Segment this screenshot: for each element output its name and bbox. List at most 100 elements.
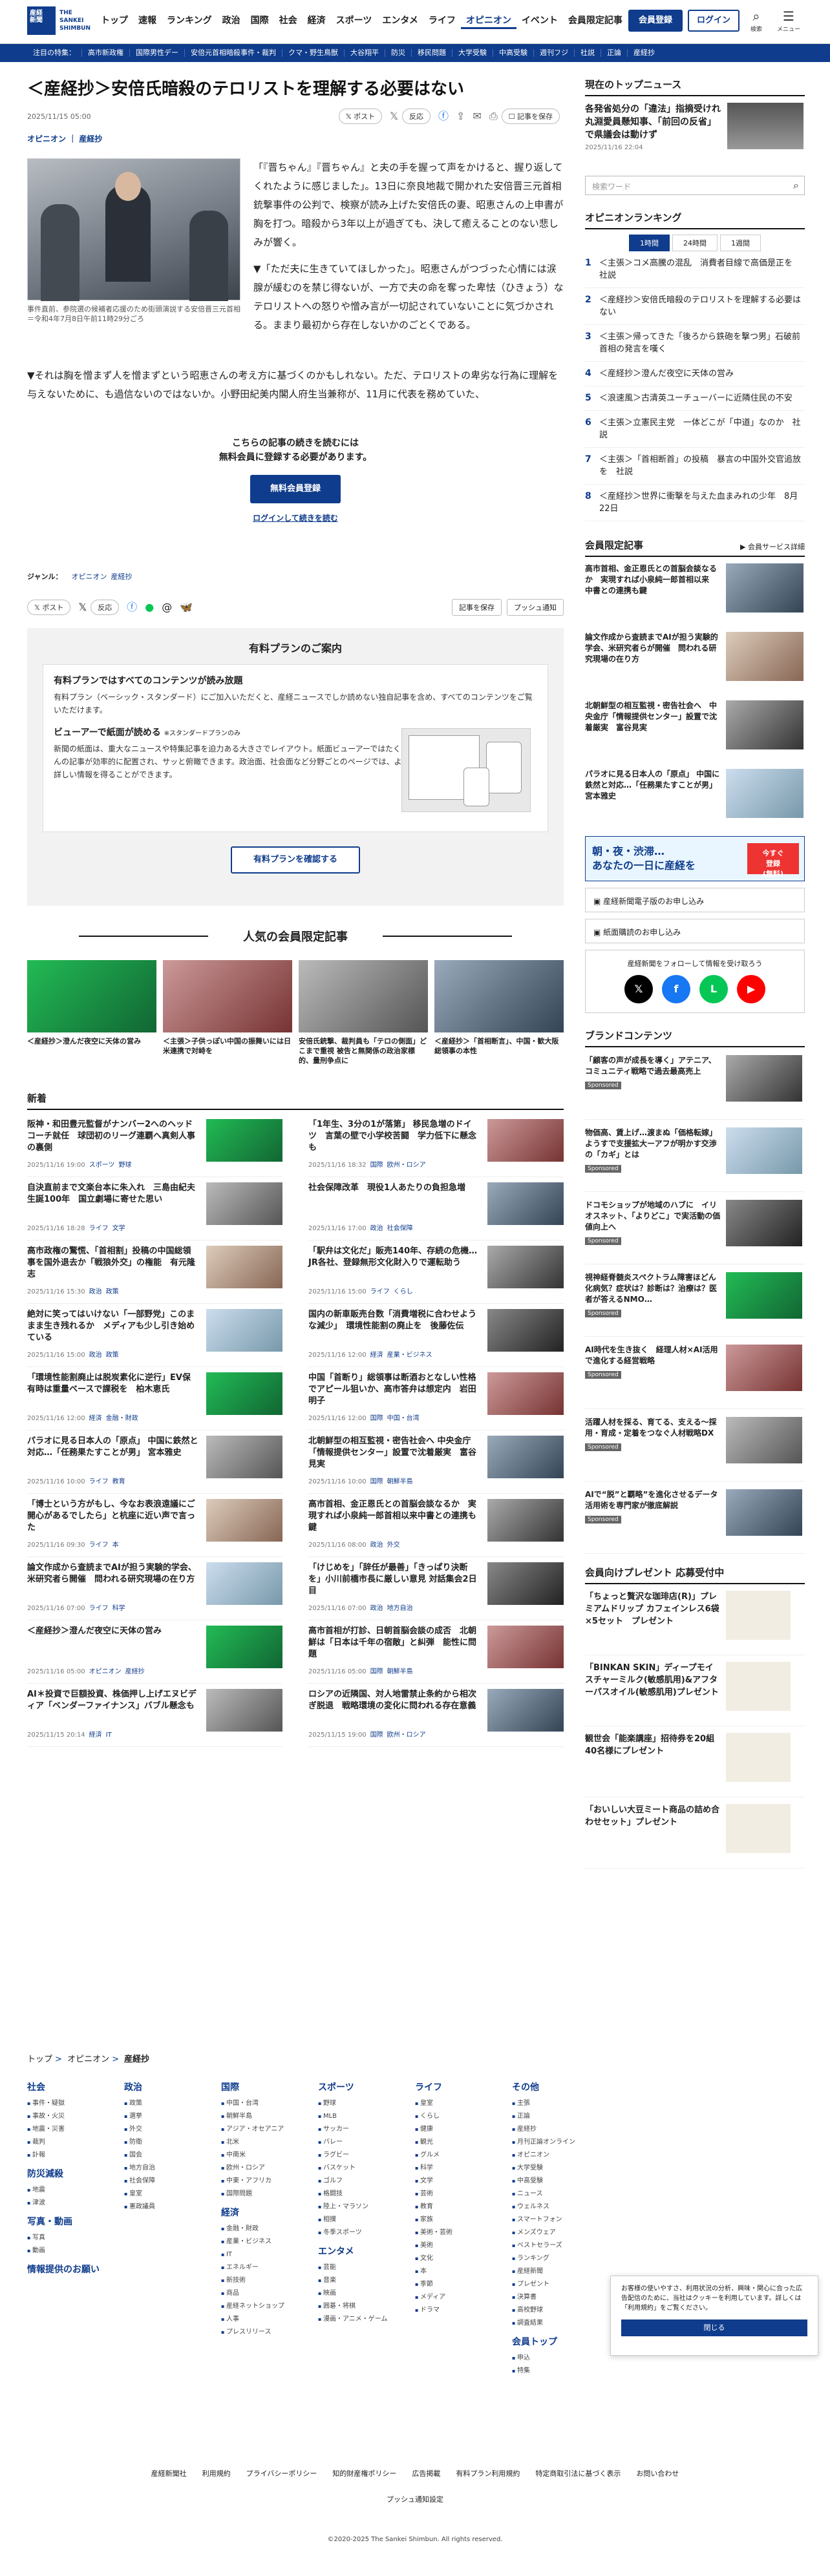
present-item[interactable]: 「BINKAN SKIN」ディープモイスチャーミルク(敏感肌用)&アフターパスオ… [585,1662,805,1726]
popular-card[interactable]: ＜産経抄＞澄んだ夜空に天体の営み [27,960,156,1065]
news-item-category[interactable]: 経済 [89,1415,102,1422]
footer-link[interactable]: 動画 [27,2245,124,2257]
nav-item[interactable]: 社会 [274,14,303,29]
news-item[interactable]: AI＊投資で巨額投資、株価押し上げエヌビディア「ベンダーファイナンス」バブル懸念… [27,1689,282,1747]
news-item-category[interactable]: オピニオン [89,1668,122,1675]
news-item[interactable]: 高市政権の驚慌、「首相割」投稿の中国総領事を国外退去か「戦狼外交」の権能 有元隆… [27,1246,282,1304]
footer-bottom-link[interactable]: 特定商取引法に基づく表示 [535,2469,621,2478]
footer-link[interactable]: 欧州・ロシア [221,2162,318,2175]
subnav-item[interactable]: 正論 [601,49,628,57]
news-item-subcategory[interactable]: 朝鮮半島 [387,1478,413,1485]
news-item-category[interactable]: ライフ [370,1288,390,1295]
news-item[interactable]: 「駅弁は文化だ」販売140年、存続の危機…JR各社、登録無形文化財入りで運転助う… [308,1246,564,1304]
news-item-subcategory[interactable]: 地方自治 [387,1605,413,1612]
news-item-category[interactable]: 国際 [370,1415,383,1422]
footer-link[interactable]: ランキング [512,2252,609,2265]
member-article-item[interactable]: 北朝鮮型の相互監視・密告社会へ 中央金庁「情報提供センター」設置で沈着厳実 富谷… [585,700,805,762]
news-item-category[interactable]: ライフ [89,1542,109,1549]
news-item[interactable]: 国内の新車販売台数「消費増税に合わせような減少」 環境性能割の廃止を 後藤佐伝 2… [308,1309,564,1367]
footer-link[interactable]: 文化 [415,2252,512,2265]
push-settings-link[interactable]: プッシュ通知設定 [0,2494,830,2504]
footer-link[interactable]: 産業・ビジネス [221,2236,318,2248]
digital-subscribe-button[interactable]: ▣ 産経新聞電子版のお申し込み [585,888,805,912]
footer-link[interactable]: 中南米 [221,2149,318,2162]
brand-item[interactable]: AIで“脱”と覇略”を進化させるデータ活用術を専門家が徹底解説 Sponsored [585,1489,805,1554]
nav-item[interactable]: 経済 [303,14,331,29]
footer-link[interactable]: MLB [318,2110,415,2123]
footer-link[interactable]: 季節 [415,2278,512,2291]
ranking-item[interactable]: 8 ＜産経抄＞世界に衝撃を与えた血まみれの少年 8月22日 [585,485,805,521]
footer-link[interactable]: 朝鮮半島 [221,2110,318,2123]
bluesky-icon[interactable]: 🦋 [180,601,193,614]
footer-link[interactable]: 漫画・アニメ・ゲーム [318,2313,415,2326]
mail-icon[interactable]: ✉ [473,110,481,123]
footer-link[interactable]: くらし [415,2110,512,2123]
nav-item[interactable]: イベント [516,14,563,29]
footer-link[interactable]: バレー [318,2136,415,2149]
brand-item[interactable]: 活躍人材を採る、育てる、支える〜採用・育成・定着をつなぐ人材戦略DX Sponso… [585,1417,805,1482]
footer-link[interactable]: 憲政議員 [124,2201,221,2214]
footer-link[interactable]: 防衛 [124,2136,221,2149]
news-item-category[interactable]: 政治 [89,1288,102,1295]
footer-link[interactable]: 選挙 [124,2110,221,2123]
facebook-icon[interactable]: f [662,975,690,1003]
news-item-subcategory[interactable]: 産業・ビジネス [387,1352,432,1359]
footer-link[interactable]: ニュース [512,2188,609,2201]
brand-item[interactable]: 視神経脊髄炎スペクトラム障害ほどん化病気？症状は？診断は？治療は？医者が答えるN… [585,1272,805,1337]
x-post-button-bottom[interactable]: 𝕏 ポスト [27,600,71,615]
footer-link[interactable]: ゴルフ [318,2175,415,2188]
news-item[interactable]: 高市首相が打診、日朝首脳会談の成否 北朝鮮は「日本は千年の宿敵」と糾弾 能性に問… [308,1626,564,1684]
news-item[interactable]: 阪神・和田豊元監督がナンバー2へのヘッドコーチ就任 球団初のリーグ連覇へ真剣人事… [27,1119,282,1177]
news-item-category[interactable]: 政治 [370,1542,383,1549]
footer-link[interactable]: 映画 [318,2287,415,2300]
footer-link[interactable]: 訃報 [27,2149,124,2162]
news-item[interactable]: 絶対に笑ってはいけない「一部野党」このままま生き残れるか メディアも少し引き始め… [27,1309,282,1367]
push-notify-button[interactable]: プッシュ通知 [507,599,564,616]
footer-link[interactable]: 北米 [221,2136,318,2149]
news-item-subcategory[interactable]: 中国・台湾 [387,1415,420,1422]
ranking-item[interactable]: 1 ＜主張＞コメ高騰の混乱 消費者目線で高価是正を 社説 [585,251,805,288]
category-link-sankeisho[interactable]: 産経抄 [79,134,102,143]
footer-link[interactable]: スマートフォン [512,2214,609,2226]
line-icon[interactable]: ● [145,601,154,614]
search-button[interactable]: ⌕ 検索 [743,8,769,33]
news-item-category[interactable]: ライフ [89,1605,109,1612]
nav-item[interactable]: 国際 [246,14,274,29]
nav-item[interactable]: 会員限定記事 [563,14,628,29]
footer-link[interactable]: 特集 [512,2365,609,2378]
member-service-link[interactable]: ▶ 会員サービス詳細 [740,541,805,552]
news-item-subcategory[interactable]: 金融・財政 [106,1415,138,1422]
nav-item[interactable]: トップ [96,14,133,29]
popular-card[interactable]: ＜産経抄＞「首相断言」、中国・歓大阪総領事の本性 [434,960,564,1065]
menu-button[interactable]: ☰ メニュー [776,8,802,33]
news-item[interactable]: 論文作成から査読までAIが担う実験的学会、米研究者ら開催 問われる研究現場の在り… [27,1562,282,1620]
news-item-category[interactable]: 政治 [370,1605,383,1612]
ranking-tab[interactable]: 1週間 [720,235,761,251]
footer-link[interactable]: 調査結果 [512,2317,609,2330]
news-item-subcategory[interactable]: 政策 [106,1288,119,1295]
member-article-item[interactable]: 高市首相、金正恩氏との首脳会談なるか 実現すれば小泉純一郎首相以来 中書との連携… [585,563,805,625]
news-item-subcategory[interactable]: 政策 [106,1352,119,1359]
member-article-item[interactable]: 論文作成から査読までAIが担う実験的学会、米研究者らが開催 問われる研究現場の在… [585,632,805,694]
footer-link[interactable]: 陸上・マラソン [318,2201,415,2214]
footer-link[interactable]: プレゼント [512,2278,609,2291]
footer-link[interactable]: 科学 [415,2162,512,2175]
ranking-item[interactable]: 2 ＜産経抄＞安倍氏暗殺のテロリストを理解する必要はない [585,288,805,325]
footer-link[interactable]: 教育 [415,2201,512,2214]
footer-link[interactable]: 美術 [415,2239,512,2252]
news-item-category[interactable]: 政治 [89,1352,102,1359]
footer-link[interactable]: 中東・アフリカ [221,2175,318,2188]
subnav-item[interactable]: 移民問題 [412,49,452,57]
footer-link[interactable]: メンズウェア [512,2226,609,2239]
footer-heading[interactable]: 経済 [221,2206,318,2219]
free-register-button[interactable]: 無料会員登録 [250,475,341,503]
news-item[interactable]: 社会保障改革 現役1人あたりの負担急増 2025/11/16 17:00 政治 社会保… [308,1182,564,1241]
footer-link[interactable]: 商品 [221,2287,318,2300]
popular-card[interactable]: ＜主張＞子供っぽい中国の振舞いには日米連携で対峙を [163,960,292,1065]
footer-link[interactable]: 健康 [415,2123,512,2136]
footer-link[interactable]: 地方自治 [124,2162,221,2175]
footer-heading[interactable]: エンタメ [318,2245,415,2257]
footer-link[interactable]: エネルギー [221,2261,318,2274]
nav-item[interactable]: 政治 [217,14,246,29]
footer-link[interactable]: 社会保障 [124,2175,221,2188]
